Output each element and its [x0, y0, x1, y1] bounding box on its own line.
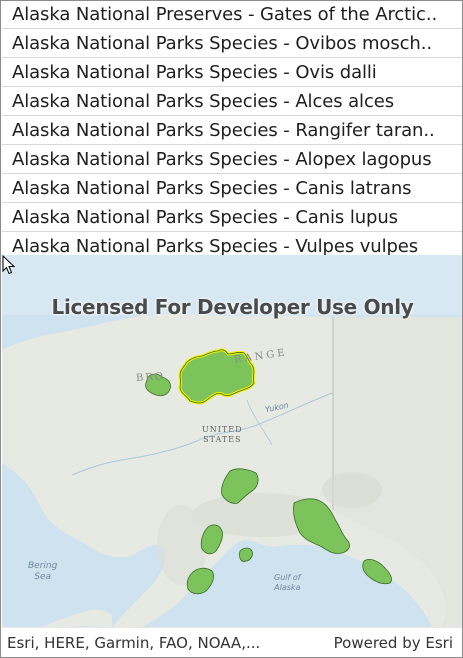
list-item-label: Alaska National Parks Species - Ovis dal… [12, 61, 377, 83]
list-item-label: Alaska National Parks Species - Rangifer… [12, 119, 435, 141]
feature-layer-list[interactable]: Alaska National Preserves - Gates of the… [2, 1, 462, 256]
list-item[interactable]: Alaska National Parks Species - Canis lu… [2, 203, 462, 232]
attribution-text[interactable]: Esri, HERE, Garmin, FAO, NOAA,... [7, 634, 260, 652]
map-label-united-states: UNITED STATES [202, 425, 243, 445]
list-item-label: Alaska National Parks Species - Canis lu… [12, 206, 398, 228]
list-item[interactable]: Alaska National Parks Species - Ovis dal… [2, 58, 462, 87]
map-label-line: STATES [203, 435, 242, 444]
list-item[interactable]: Alaska National Parks Species - Canis la… [2, 174, 462, 203]
map-label-line: Bering [28, 561, 58, 571]
list-item[interactable]: Alaska National Parks Species - Vulpes v… [2, 232, 462, 256]
powered-by-esri: Powered by Esri [333, 634, 453, 652]
list-item[interactable]: Alaska National Parks Species - Alces al… [2, 87, 462, 116]
list-item-label: Alaska National Parks Species - Ovibos m… [12, 32, 432, 54]
app-frame: Alaska National Preserves - Gates of the… [0, 0, 463, 658]
map-label-line: Alaska [274, 583, 301, 592]
map-label-line: Gulf of [274, 573, 301, 582]
map-label-bering-sea: Bering Sea [28, 561, 57, 583]
developer-watermark: Licensed For Developer Use Only [51, 295, 414, 319]
list-item-label: Alaska National Parks Species - Alces al… [12, 90, 394, 112]
list-item-label: Alaska National Parks Species - Vulpes v… [12, 235, 419, 256]
mouse-pointer-icon [2, 255, 16, 275]
list-item[interactable]: Alaska National Parks Species - Ovibos m… [2, 29, 462, 58]
list-item-label: Alaska National Parks Species - Alopex l… [12, 148, 432, 170]
map-attribution-bar: Esri, HERE, Garmin, FAO, NOAA,... Powere… [2, 627, 462, 657]
map-view[interactable]: Licensed For Developer Use Only BRO RANG… [2, 255, 462, 627]
map-label-line: Sea [34, 572, 52, 582]
map-label-brooks: BRO [135, 370, 166, 385]
list-item[interactable]: Alaska National Preserves - Gates of the… [2, 1, 462, 29]
map-label-gulf-of-alaska: Gulf of Alaska [274, 573, 301, 593]
list-item[interactable]: Alaska National Parks Species - Rangifer… [2, 116, 462, 145]
list-item-label: Alaska National Parks Species - Canis la… [12, 177, 412, 199]
list-item[interactable]: Alaska National Parks Species - Alopex l… [2, 145, 462, 174]
list-item-label: Alaska National Preserves - Gates of the… [12, 4, 438, 25]
map-label-line: UNITED [202, 425, 243, 434]
